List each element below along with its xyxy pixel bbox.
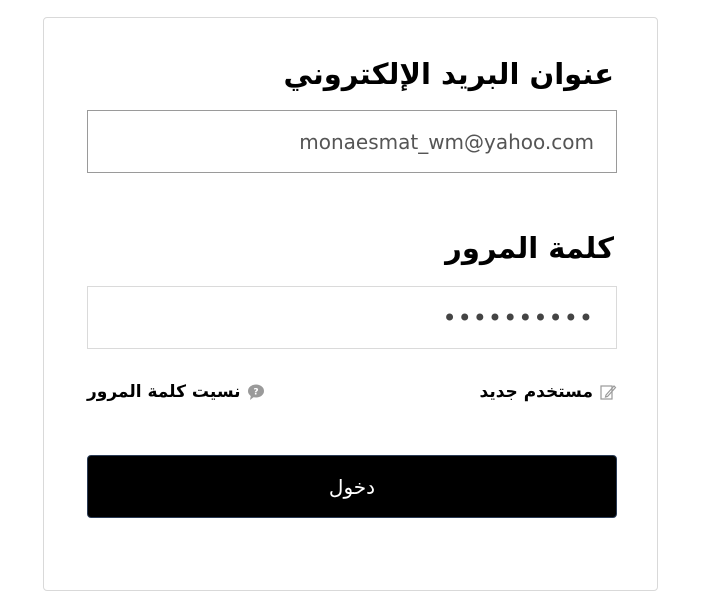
new-user-link[interactable]: مستخدم جديد — [480, 382, 618, 402]
email-label: عنوان البريد الإلكتروني — [283, 57, 614, 91]
password-label: كلمة المرور — [445, 231, 614, 265]
new-user-label: مستخدم جديد — [479, 382, 594, 402]
edit-icon — [599, 383, 617, 401]
email-input[interactable] — [87, 110, 617, 173]
login-button[interactable]: دخول — [87, 455, 617, 518]
login-card: عنوان البريد الإلكتروني كلمة المرور مستخ… — [43, 17, 658, 591]
svg-text:?: ? — [253, 388, 258, 398]
forgot-password-link[interactable]: ? نسيت كلمة المرور — [87, 382, 265, 402]
auth-links: مستخدم جديد ? نسيت كلمة المرور — [87, 382, 617, 408]
question-bubble-icon: ? — [247, 383, 265, 401]
password-input[interactable] — [87, 286, 617, 349]
forgot-password-label: نسيت كلمة المرور — [87, 382, 241, 402]
